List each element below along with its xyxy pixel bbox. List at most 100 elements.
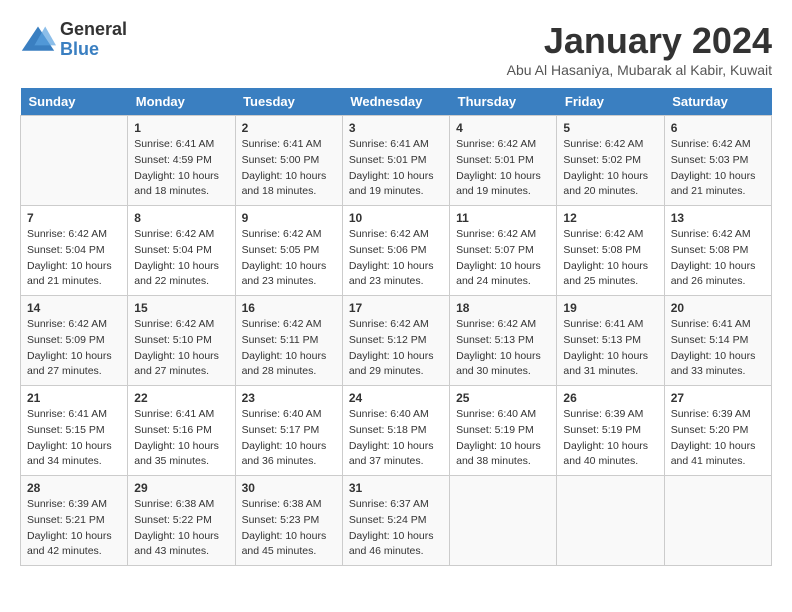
calendar-cell: 17Sunrise: 6:42 AMSunset: 5:12 PMDayligh…	[342, 296, 449, 386]
day-info: Sunrise: 6:41 AMSunset: 5:13 PMDaylight:…	[563, 317, 657, 380]
calendar-cell: 1Sunrise: 6:41 AMSunset: 4:59 PMDaylight…	[128, 116, 235, 206]
day-info: Sunrise: 6:39 AMSunset: 5:19 PMDaylight:…	[563, 407, 657, 470]
day-info: Sunrise: 6:38 AMSunset: 5:22 PMDaylight:…	[134, 497, 228, 560]
calendar-cell: 13 Sunrise: 6:42 AMSunset: 5:08 PMDayligh…	[664, 206, 771, 296]
week-row-3: 14 Sunrise: 6:42 AMSunset: 5:09 PMDayligh…	[21, 296, 772, 386]
day-number: 18	[456, 301, 550, 315]
calendar-table: SundayMondayTuesdayWednesdayThursdayFrid…	[20, 88, 772, 566]
day-info: Sunrise: 6:42 AMSunset: 5:01 PMDaylight:…	[456, 137, 550, 200]
calendar-cell: 9 Sunrise: 6:42 AMSunset: 5:05 PMDaylight…	[235, 206, 342, 296]
day-number: 11	[456, 211, 550, 225]
calendar-title: January 2024	[507, 20, 772, 62]
day-info: Sunrise: 6:41 AMSunset: 5:15 PMDaylight:…	[27, 407, 121, 470]
day-number: 13	[671, 211, 765, 225]
header-row: SundayMondayTuesdayWednesdayThursdayFrid…	[21, 88, 772, 116]
day-number: 20	[671, 301, 765, 315]
day-info: Sunrise: 6:40 AMSunset: 5:18 PMDaylight:…	[349, 407, 443, 470]
day-info: Sunrise: 6:42 AMSunset: 5:08 PMDaylight:…	[563, 227, 657, 290]
header-cell-tuesday: Tuesday	[235, 88, 342, 116]
day-number: 2	[242, 121, 336, 135]
calendar-cell: 4 Sunrise: 6:42 AMSunset: 5:01 PMDaylight…	[450, 116, 557, 206]
day-number: 29	[134, 481, 228, 495]
logo-blue-text: Blue	[60, 40, 127, 60]
calendar-cell: 23 Sunrise: 6:40 AMSunset: 5:17 PMDayligh…	[235, 386, 342, 476]
day-number: 6	[671, 121, 765, 135]
calendar-cell: 28Sunrise: 6:39 AMSunset: 5:21 PMDayligh…	[21, 476, 128, 566]
day-info: Sunrise: 6:42 AMSunset: 5:03 PMDaylight:…	[671, 137, 765, 200]
calendar-cell: 10 Sunrise: 6:42 AMSunset: 5:06 PMDayligh…	[342, 206, 449, 296]
day-number: 31	[349, 481, 443, 495]
day-info: Sunrise: 6:42 AMSunset: 5:13 PMDaylight:…	[456, 317, 550, 380]
calendar-cell: 16 Sunrise: 6:42 AMSunset: 5:11 PMDayligh…	[235, 296, 342, 386]
day-number: 17	[349, 301, 443, 315]
day-number: 25	[456, 391, 550, 405]
page-header: General Blue January 2024 Abu Al Hasaniy…	[20, 20, 772, 78]
day-info: Sunrise: 6:40 AMSunset: 5:19 PMDaylight:…	[456, 407, 550, 470]
calendar-cell: 5 Sunrise: 6:42 AMSunset: 5:02 PMDaylight…	[557, 116, 664, 206]
day-info: Sunrise: 6:42 AMSunset: 5:07 PMDaylight:…	[456, 227, 550, 290]
day-number: 9	[242, 211, 336, 225]
day-number: 5	[563, 121, 657, 135]
calendar-cell: 25 Sunrise: 6:40 AMSunset: 5:19 PMDayligh…	[450, 386, 557, 476]
day-number: 23	[242, 391, 336, 405]
day-number: 24	[349, 391, 443, 405]
calendar-cell: 24 Sunrise: 6:40 AMSunset: 5:18 PMDayligh…	[342, 386, 449, 476]
day-info: Sunrise: 6:42 AMSunset: 5:06 PMDaylight:…	[349, 227, 443, 290]
day-info: Sunrise: 6:41 AMSunset: 4:59 PMDaylight:…	[134, 137, 228, 200]
calendar-cell: 14 Sunrise: 6:42 AMSunset: 5:09 PMDayligh…	[21, 296, 128, 386]
day-info: Sunrise: 6:41 AMSunset: 5:14 PMDaylight:…	[671, 317, 765, 380]
day-info: Sunrise: 6:42 AMSunset: 5:04 PMDaylight:…	[134, 227, 228, 290]
calendar-cell: 7 Sunrise: 6:42 AMSunset: 5:04 PMDaylight…	[21, 206, 128, 296]
calendar-cell	[450, 476, 557, 566]
header-cell-friday: Friday	[557, 88, 664, 116]
header-cell-saturday: Saturday	[664, 88, 771, 116]
day-info: Sunrise: 6:42 AMSunset: 5:05 PMDaylight:…	[242, 227, 336, 290]
day-number: 10	[349, 211, 443, 225]
week-row-2: 7 Sunrise: 6:42 AMSunset: 5:04 PMDaylight…	[21, 206, 772, 296]
week-row-1: 1Sunrise: 6:41 AMSunset: 4:59 PMDaylight…	[21, 116, 772, 206]
calendar-cell: 21 Sunrise: 6:41 AMSunset: 5:15 PMDayligh…	[21, 386, 128, 476]
day-number: 19	[563, 301, 657, 315]
day-number: 7	[27, 211, 121, 225]
calendar-body: 1Sunrise: 6:41 AMSunset: 4:59 PMDaylight…	[21, 116, 772, 566]
header-cell-sunday: Sunday	[21, 88, 128, 116]
day-info: Sunrise: 6:41 AMSunset: 5:00 PMDaylight:…	[242, 137, 336, 200]
logo-general-text: General	[60, 20, 127, 40]
calendar-cell: 12Sunrise: 6:42 AMSunset: 5:08 PMDayligh…	[557, 206, 664, 296]
day-info: Sunrise: 6:42 AMSunset: 5:09 PMDaylight:…	[27, 317, 121, 380]
calendar-cell: 29 Sunrise: 6:38 AMSunset: 5:22 PMDayligh…	[128, 476, 235, 566]
calendar-cell: 18 Sunrise: 6:42 AMSunset: 5:13 PMDayligh…	[450, 296, 557, 386]
calendar-cell: 8 Sunrise: 6:42 AMSunset: 5:04 PMDaylight…	[128, 206, 235, 296]
day-number: 16	[242, 301, 336, 315]
day-info: Sunrise: 6:39 AMSunset: 5:20 PMDaylight:…	[671, 407, 765, 470]
day-number: 22	[134, 391, 228, 405]
logo-icon	[20, 22, 56, 58]
calendar-cell: 31 Sunrise: 6:37 AMSunset: 5:24 PMDayligh…	[342, 476, 449, 566]
calendar-cell: 6 Sunrise: 6:42 AMSunset: 5:03 PMDaylight…	[664, 116, 771, 206]
day-info: Sunrise: 6:39 AMSunset: 5:21 PMDaylight:…	[27, 497, 121, 560]
day-number: 8	[134, 211, 228, 225]
calendar-cell: 30Sunrise: 6:38 AMSunset: 5:23 PMDayligh…	[235, 476, 342, 566]
day-number: 21	[27, 391, 121, 405]
header-cell-monday: Monday	[128, 88, 235, 116]
day-info: Sunrise: 6:41 AMSunset: 5:16 PMDaylight:…	[134, 407, 228, 470]
logo: General Blue	[20, 20, 127, 60]
day-info: Sunrise: 6:37 AMSunset: 5:24 PMDaylight:…	[349, 497, 443, 560]
calendar-cell: 20 Sunrise: 6:41 AMSunset: 5:14 PMDayligh…	[664, 296, 771, 386]
day-number: 4	[456, 121, 550, 135]
day-info: Sunrise: 6:42 AMSunset: 5:08 PMDaylight:…	[671, 227, 765, 290]
day-info: Sunrise: 6:40 AMSunset: 5:17 PMDaylight:…	[242, 407, 336, 470]
calendar-cell: 27 Sunrise: 6:39 AMSunset: 5:20 PMDayligh…	[664, 386, 771, 476]
day-info: Sunrise: 6:42 AMSunset: 5:02 PMDaylight:…	[563, 137, 657, 200]
day-info: Sunrise: 6:42 AMSunset: 5:11 PMDaylight:…	[242, 317, 336, 380]
title-section: January 2024 Abu Al Hasaniya, Mubarak al…	[507, 20, 772, 78]
calendar-cell: 2 Sunrise: 6:41 AMSunset: 5:00 PMDaylight…	[235, 116, 342, 206]
calendar-cell	[557, 476, 664, 566]
day-number: 27	[671, 391, 765, 405]
day-info: Sunrise: 6:42 AMSunset: 5:04 PMDaylight:…	[27, 227, 121, 290]
week-row-5: 28Sunrise: 6:39 AMSunset: 5:21 PMDayligh…	[21, 476, 772, 566]
day-number: 14	[27, 301, 121, 315]
day-number: 15	[134, 301, 228, 315]
calendar-cell: 22 Sunrise: 6:41 AMSunset: 5:16 PMDayligh…	[128, 386, 235, 476]
header-cell-thursday: Thursday	[450, 88, 557, 116]
